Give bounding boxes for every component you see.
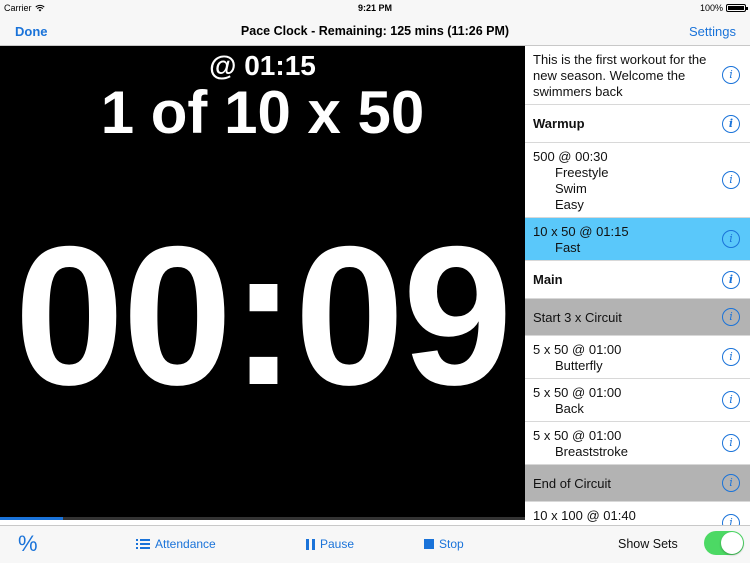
status-bar: Carrier 9:21 PM 100%	[0, 0, 750, 16]
row-detail: Breaststroke	[555, 444, 628, 459]
set-row[interactable]: 10 x 50 @ 01:15 Fast i	[525, 218, 750, 261]
row-title: Main	[533, 272, 563, 287]
circuit-row[interactable]: End of Circuit i	[525, 465, 750, 502]
battery-percent: 100%	[699, 3, 723, 13]
row-text: 10 x 100 @ 01:40Freestyle	[525, 502, 750, 525]
battery-icon	[726, 4, 748, 12]
set-progress-label: 1 of 10 x 50	[100, 79, 425, 146]
page-title: Pace Clock - Remaining: 125 mins (11:26 …	[240, 24, 510, 38]
row-title: Start 3 x Circuit	[533, 310, 622, 325]
stop-label: Stop	[439, 537, 464, 551]
row-text: End of Circuit	[525, 465, 750, 501]
section-header[interactable]: Warmup i	[525, 105, 750, 143]
stop-icon	[424, 539, 434, 549]
circuit-row[interactable]: Start 3 x Circuit i	[525, 299, 750, 336]
attendance-button[interactable]: Attendance	[136, 537, 216, 551]
info-icon[interactable]: i	[722, 114, 740, 133]
note-row[interactable]: This is the first workout for the new se…	[525, 46, 750, 105]
row-detail: Swim	[555, 181, 587, 196]
row-detail: Freestyle	[555, 165, 609, 180]
set-row[interactable]: 10 x 100 @ 01:40Freestylei	[525, 502, 750, 525]
section-header[interactable]: Main i	[525, 261, 750, 299]
battery-group: 100%	[699, 3, 748, 13]
percent-button[interactable]: %	[18, 531, 38, 557]
row-detail: Fast	[555, 240, 581, 255]
row-title: 500 @ 00:30	[533, 149, 608, 164]
row-detail: Back	[555, 401, 584, 416]
set-row[interactable]: 5 x 50 @ 01:00 Breaststroke i	[525, 422, 750, 465]
row-title: 10 x 50 @ 01:15	[533, 224, 629, 239]
progress-bar	[0, 517, 525, 520]
set-row[interactable]: 500 @ 00:30 Freestyle Swim Easy i	[525, 143, 750, 218]
progress-bar-fill	[0, 517, 63, 520]
row-detail: Butterfly	[555, 358, 603, 373]
pause-icon	[306, 538, 315, 550]
interval-label: @ 01:15	[209, 50, 316, 81]
row-text: 5 x 50 @ 01:00 Back	[525, 379, 750, 421]
show-sets-label: Show Sets	[618, 537, 678, 551]
bottom-toolbar: % Attendance Pause Stop Show Sets	[0, 525, 750, 563]
row-text: 10 x 50 @ 01:15 Fast	[525, 218, 750, 260]
row-title: Warmup	[533, 116, 585, 131]
row-text: 500 @ 00:30 Freestyle Swim Easy	[525, 143, 750, 217]
pause-label: Pause	[320, 537, 355, 551]
row-text: 5 x 50 @ 01:00 Butterfly	[525, 336, 750, 378]
toggle-knob	[721, 532, 743, 554]
info-icon[interactable]: i	[722, 66, 740, 84]
row-title: This is the first workout for the new se…	[533, 52, 707, 99]
row-title: 5 x 50 @ 01:00	[533, 342, 622, 357]
pace-clock-display: @ 01:15 1 of 10 x 50 00:09	[0, 46, 525, 520]
row-detail: Easy	[555, 197, 584, 212]
row-text: Start 3 x Circuit	[525, 299, 750, 335]
row-title: 10 x 100 @ 01:40	[533, 508, 636, 523]
row-title: 5 x 50 @ 01:00	[533, 428, 622, 443]
clock-time: 9:21 PM	[357, 3, 392, 13]
navigation-bar: Done Pace Clock - Remaining: 125 mins (1…	[0, 16, 750, 46]
row-title: 5 x 50 @ 01:00	[533, 385, 622, 400]
info-icon[interactable]: i	[722, 391, 740, 409]
info-icon[interactable]: i	[722, 348, 740, 366]
show-sets-toggle[interactable]	[704, 531, 744, 555]
info-icon[interactable]: i	[722, 308, 740, 326]
row-text: Main	[525, 261, 750, 298]
stop-button[interactable]: Stop	[424, 537, 464, 551]
checklist-icon	[136, 538, 150, 550]
row-text: This is the first workout for the new se…	[525, 46, 750, 104]
info-icon[interactable]: i	[722, 270, 740, 289]
workout-list[interactable]: This is the first workout for the new se…	[525, 46, 750, 525]
pause-button[interactable]: Pause	[306, 537, 354, 551]
info-icon[interactable]: i	[722, 171, 740, 189]
settings-button[interactable]: Settings	[689, 24, 736, 39]
elapsed-time: 00:09	[14, 205, 512, 426]
row-title: End of Circuit	[533, 476, 612, 491]
row-text: Warmup	[525, 105, 750, 142]
info-icon[interactable]: i	[722, 474, 740, 492]
set-row[interactable]: 5 x 50 @ 01:00 Butterfly i	[525, 336, 750, 379]
row-text: 5 x 50 @ 01:00 Breaststroke	[525, 422, 750, 464]
info-icon[interactable]: i	[722, 434, 740, 452]
attendance-label: Attendance	[155, 537, 216, 551]
info-icon[interactable]: i	[722, 230, 740, 248]
set-row[interactable]: 5 x 50 @ 01:00 Back i	[525, 379, 750, 422]
info-icon[interactable]: i	[722, 514, 740, 525]
